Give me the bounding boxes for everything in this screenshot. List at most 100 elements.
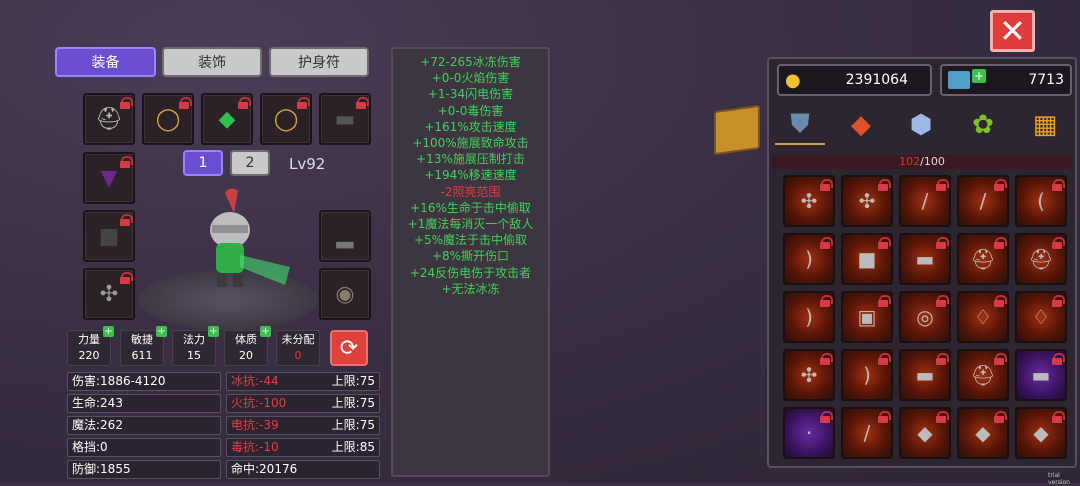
item-icon: ⛑ <box>1028 247 1054 271</box>
refresh-icon[interactable]: ⟳ <box>330 330 368 366</box>
hero-character <box>210 188 290 287</box>
cat-rune[interactable]: ⬢ <box>896 105 946 145</box>
lock-icon <box>936 353 949 365</box>
lock-icon <box>936 295 949 307</box>
rune-icon: ⬢ <box>909 110 933 140</box>
inventory-slot[interactable]: ) <box>783 291 835 343</box>
helmet-slot[interactable]: ⛑ <box>83 93 135 145</box>
lock-icon <box>820 295 833 307</box>
inventory-slot[interactable]: ) <box>783 233 835 285</box>
inventory-slot[interactable]: ▬ <box>899 233 951 285</box>
attr-fire-resist: 火抗:-100 上限:75 <box>226 394 380 413</box>
inventory-slot[interactable]: ◆ <box>957 407 1009 459</box>
charm-icon: ✿ <box>972 110 994 140</box>
inventory-slot[interactable]: ◎ <box>899 291 951 343</box>
plus-icon[interactable]: + <box>208 326 219 337</box>
inventory-slot[interactable]: ◆ <box>1015 407 1067 459</box>
lock-icon <box>878 237 891 249</box>
inventory-slot[interactable]: · <box>783 407 835 459</box>
tab-amulet[interactable]: 护身符 <box>269 47 369 77</box>
cat-misc[interactable]: ▦ <box>1020 105 1070 145</box>
inventory-slot[interactable]: / <box>841 407 893 459</box>
inventory-slot[interactable]: / <box>899 175 951 227</box>
attr-block: 格挡:0 <box>67 438 221 457</box>
inventory-slot[interactable]: ♢ <box>1015 291 1067 343</box>
lock-icon <box>994 353 1007 365</box>
lock-icon <box>994 295 1007 307</box>
item-icon: / <box>863 421 871 445</box>
shield-slot[interactable]: ◉ <box>319 268 371 320</box>
inventory-slot[interactable]: ▣ <box>841 291 893 343</box>
lock-icon <box>1052 237 1065 249</box>
helmet-icon: ⛊ <box>790 108 810 139</box>
item-icon: ♢ <box>1032 305 1050 329</box>
armor-slot[interactable]: ▼ <box>83 152 135 204</box>
attr-lightning-resist: 电抗:-39 上限:75 <box>226 416 380 435</box>
lock-icon <box>878 295 891 307</box>
inventory-slot[interactable]: ■ <box>841 233 893 285</box>
inventory-slot[interactable]: ♢ <box>957 291 1009 343</box>
attr-defense: 防御:1855 <box>67 460 221 479</box>
inventory-count: 102/100 <box>772 155 1072 169</box>
red-gem-icon: ◆ <box>851 110 871 140</box>
cat-gem-red[interactable]: ◆ <box>836 105 886 145</box>
lock-icon <box>238 97 251 109</box>
page-1-button[interactable]: 1 <box>183 150 223 176</box>
gloves-slot[interactable]: ■ <box>83 210 135 262</box>
page-2-button[interactable]: 2 <box>230 150 270 176</box>
lock-icon <box>936 411 949 423</box>
lock-icon <box>120 272 133 284</box>
plus-icon[interactable]: + <box>972 69 986 83</box>
close-x-icon[interactable]: ✕ <box>990 10 1035 52</box>
item-icon: ◆ <box>975 421 991 445</box>
attr-ice-resist: 冰抗:-44 上限:75 <box>226 372 380 391</box>
inventory-slot[interactable]: ✣ <box>841 175 893 227</box>
stat-unallocated: 未分配 0 <box>276 330 320 366</box>
belt-slot[interactable]: ▬ <box>319 93 371 145</box>
effect-line: +161%攻击速度 <box>424 119 517 134</box>
item-icon: / <box>979 189 987 213</box>
ring-slot-1[interactable]: ◯ <box>142 93 194 145</box>
boots-slot[interactable]: ▂ <box>319 210 371 262</box>
effects-list: +72-265冰冻伤害 +0-0火焰伤害 +1-34闪电伤害 +0-0毒伤害 +161%… <box>393 49 548 297</box>
tab-equipment[interactable]: 装备 <box>55 47 156 77</box>
inventory-slot[interactable]: ⛑ <box>1015 233 1067 285</box>
inventory-slot[interactable]: ⛑ <box>957 349 1009 401</box>
treasure-box-icon[interactable] <box>714 104 760 156</box>
cat-armor[interactable]: ⛊ <box>775 105 825 145</box>
inventory-slot[interactable]: ( <box>1015 175 1067 227</box>
plus-icon[interactable]: + <box>260 326 271 337</box>
inventory-slot[interactable]: ⛑ <box>957 233 1009 285</box>
watermark: trial version <box>1048 472 1070 486</box>
item-icon: ▬ <box>915 247 935 271</box>
item-icon: ) <box>805 247 813 271</box>
item-icon: ( <box>1037 189 1045 213</box>
plus-icon[interactable]: + <box>103 326 114 337</box>
effect-line: +72-265冰冻伤害 <box>420 55 521 69</box>
item-icon: ⛑ <box>970 247 996 271</box>
item-icon: ◆ <box>1033 421 1049 445</box>
tab-decoration[interactable]: 装饰 <box>162 47 262 77</box>
inventory-slot[interactable]: / <box>957 175 1009 227</box>
amulet-slot[interactable]: ◆ <box>201 93 253 145</box>
inventory-slot[interactable]: ▬ <box>899 349 951 401</box>
grid-icon: ▦ <box>1032 110 1058 140</box>
weapon-slot[interactable]: ✣ <box>83 268 135 320</box>
inventory-slot[interactable]: ✣ <box>783 175 835 227</box>
inventory-slot[interactable]: ✣ <box>783 349 835 401</box>
effect-line: +1魔法每消灭一个敌人 <box>407 217 534 232</box>
stat-mana: 法力 15 + <box>172 326 219 366</box>
video-ticket-icon <box>948 71 970 89</box>
inventory-slot[interactable]: ▬ <box>1015 349 1067 401</box>
plus-icon[interactable]: + <box>156 326 167 337</box>
lock-icon <box>820 237 833 249</box>
lock-icon <box>820 179 833 191</box>
inventory-slot[interactable]: ◆ <box>899 407 951 459</box>
attr-poison-resist: 毒抗:-10 上限:85 <box>226 438 380 457</box>
inventory-slot[interactable]: ) <box>841 349 893 401</box>
cat-charm[interactable]: ✿ <box>958 105 1008 145</box>
lock-icon <box>936 179 949 191</box>
lock-icon <box>179 97 192 109</box>
item-icon: ▣ <box>857 305 877 329</box>
ring-slot-2[interactable]: ◯ <box>260 93 312 145</box>
